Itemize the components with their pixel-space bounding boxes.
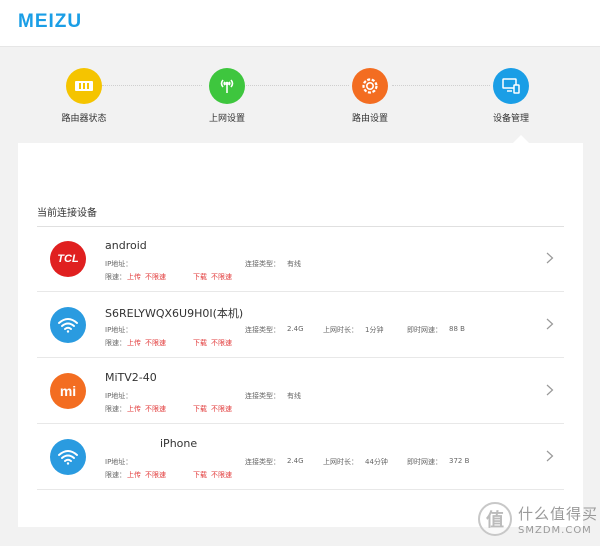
upload-label: 上传: [127, 471, 141, 479]
conn-type-value: 2.4G: [287, 325, 304, 333]
top-bar: MEIZU: [0, 0, 600, 47]
download-limit-value: 不限速: [211, 405, 232, 413]
realtime-speed-value: 372 B: [449, 457, 470, 465]
step-navigation: 路由器状态 上网设置 路由设置 设备管理: [0, 48, 600, 143]
download-label: 下载: [193, 405, 207, 413]
section-title: 当前连接设备: [37, 208, 97, 219]
monitor-icon: [493, 68, 529, 104]
upload-limit-value: 不限速: [145, 339, 166, 347]
chevron-right-icon[interactable]: [546, 252, 554, 264]
speed-limit-label: 限速：: [105, 471, 126, 479]
conn-type-label: 连接类型：: [245, 458, 280, 466]
wifi-icon: [50, 439, 86, 475]
conn-type-value: 有线: [287, 260, 301, 268]
step-label: 上网设置: [208, 114, 245, 124]
antenna-icon: [209, 68, 245, 104]
meizu-logo[interactable]: MEIZU: [18, 11, 82, 33]
step-router-status[interactable]: 路由器状态: [39, 68, 129, 124]
download-label: 下载: [193, 273, 207, 281]
upload-limit-value: 不限速: [145, 471, 166, 479]
conn-type-label: 连接类型：: [245, 326, 280, 334]
ip-label: IP地址：: [105, 260, 133, 268]
speed-limit-label: 限速：: [105, 273, 126, 281]
online-time-label: 上网时长：: [323, 326, 358, 334]
chevron-right-icon[interactable]: [546, 450, 554, 462]
step-label: 设备管理: [492, 114, 529, 124]
upload-label: 上传: [127, 339, 141, 347]
tcl-logo-icon: TCL: [50, 241, 86, 277]
smzdm-watermark: 值 什么值得买 SMZDM.COM: [476, 498, 600, 544]
device-name: MiTV2-40: [105, 371, 157, 384]
wifi-icon: [50, 307, 86, 343]
realtime-speed-value: 88 B: [449, 325, 465, 333]
download-label: 下载: [193, 471, 207, 479]
step-device-management[interactable]: 设备管理: [466, 68, 556, 124]
router-status-icon: [66, 68, 102, 104]
step-router-settings[interactable]: 路由设置: [325, 68, 415, 124]
conn-type-value: 有线: [287, 392, 301, 400]
device-row[interactable]: TCL android IP地址： 连接类型： 有线 限速： 上传 不限速 下载…: [37, 226, 564, 292]
ip-label: IP地址：: [105, 326, 133, 334]
device-row[interactable]: mi MiTV2-40 IP地址： 连接类型： 有线 限速： 上传 不限速 下载…: [37, 358, 564, 424]
device-row[interactable]: S6RELYWQX6U9H0I(本机) IP地址： 连接类型： 2.4G 上网时…: [37, 292, 564, 358]
realtime-speed-label: 即时网速：: [407, 326, 442, 334]
upload-limit-value: 不限速: [145, 405, 166, 413]
step-internet-settings[interactable]: 上网设置: [182, 68, 272, 124]
device-name: android: [105, 239, 147, 252]
conn-type-value: 2.4G: [287, 457, 304, 465]
download-limit-value: 不限速: [211, 273, 232, 281]
upload-label: 上传: [127, 273, 141, 281]
watermark-url: SMZDM.COM: [518, 525, 592, 536]
ip-label: IP地址：: [105, 392, 133, 400]
online-time-value: 1分钟: [365, 326, 384, 334]
download-limit-value: 不限速: [211, 339, 232, 347]
realtime-speed-label: 即时网速：: [407, 458, 442, 466]
ip-label: IP地址：: [105, 458, 133, 466]
speed-limit-label: 限速：: [105, 339, 126, 347]
smzdm-badge-icon: 值: [478, 502, 512, 536]
conn-type-label: 连接类型：: [245, 392, 280, 400]
upload-limit-value: 不限速: [145, 273, 166, 281]
step-label: 路由器状态: [61, 114, 107, 124]
online-time-value: 44分钟: [365, 458, 388, 466]
step-label: 路由设置: [351, 114, 388, 124]
online-time-label: 上网时长：: [323, 458, 358, 466]
device-row[interactable]: iPhone IP地址： 连接类型： 2.4G 上网时长： 44分钟 即时网速：…: [37, 424, 564, 490]
speed-limit-label: 限速：: [105, 405, 126, 413]
gear-icon: [352, 68, 388, 104]
watermark-title: 什么值得买: [518, 505, 599, 523]
active-step-pointer: [513, 135, 529, 143]
device-list-card: 当前连接设备 TCL android IP地址： 连接类型： 有线 限速： 上传…: [18, 143, 583, 527]
device-name: iPhone: [160, 437, 198, 450]
download-limit-value: 不限速: [211, 471, 232, 479]
upload-label: 上传: [127, 405, 141, 413]
chevron-right-icon[interactable]: [546, 384, 554, 396]
device-name: S6RELYWQX6U9H0I(本机): [105, 307, 244, 320]
chevron-right-icon[interactable]: [546, 318, 554, 330]
conn-type-label: 连接类型：: [245, 260, 280, 268]
mi-logo-icon: mi: [50, 373, 86, 409]
download-label: 下载: [193, 339, 207, 347]
